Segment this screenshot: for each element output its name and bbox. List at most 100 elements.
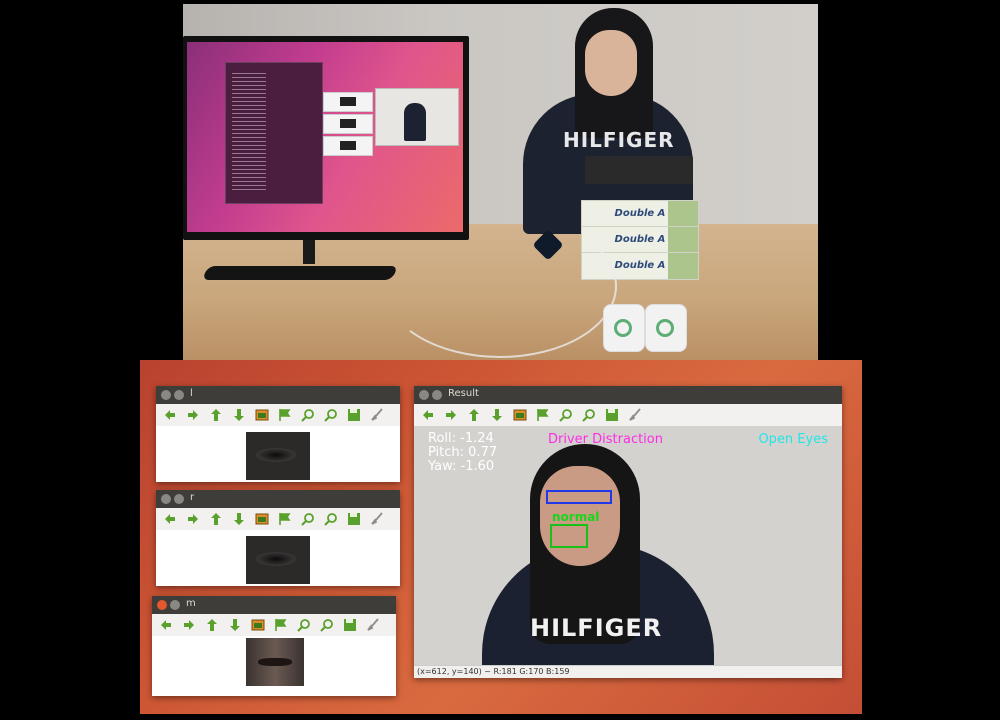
zoom-out-icon[interactable] (581, 407, 597, 423)
titlebar: m (152, 596, 396, 614)
minimize-button[interactable] (432, 390, 442, 400)
monitor (183, 36, 469, 240)
zoom-in-icon[interactable] (300, 511, 316, 527)
image-icon[interactable] (254, 511, 270, 527)
status-bar: (x=612, y=140) ~ R:181 G:170 B:159 (414, 665, 842, 678)
window-result: Result HILFIGER Roll: -1.24 Pitch: 0.77 … (414, 386, 842, 678)
brush-icon[interactable] (369, 511, 385, 527)
left-arrow-icon[interactable] (420, 407, 436, 423)
mouth-status-label: normal (552, 510, 600, 524)
right-eye-image (246, 536, 310, 584)
monitor-mini-window (323, 92, 373, 112)
monitor-result-window (375, 88, 459, 146)
brush-icon[interactable] (369, 407, 385, 423)
zoom-in-icon[interactable] (300, 407, 316, 423)
flag-icon[interactable] (535, 407, 551, 423)
zoom-out-icon[interactable] (319, 617, 335, 633)
close-button[interactable] (161, 494, 171, 504)
speaker (645, 304, 687, 352)
flag-icon[interactable] (277, 407, 293, 423)
flag-icon[interactable] (277, 511, 293, 527)
down-arrow-icon[interactable] (231, 407, 247, 423)
paper-ream: Double A (581, 200, 699, 228)
dev-board (585, 156, 693, 184)
save-icon[interactable] (346, 511, 362, 527)
up-arrow-icon[interactable] (208, 511, 224, 527)
save-icon[interactable] (604, 407, 620, 423)
down-arrow-icon[interactable] (227, 617, 243, 633)
left-eye-image (246, 432, 310, 480)
head-pose-readout: Roll: -1.24 Pitch: 0.77 Yaw: -1.60 (428, 432, 497, 474)
image-area (152, 636, 396, 696)
brush-icon[interactable] (627, 407, 643, 423)
titlebar: l (156, 386, 400, 404)
titlebar: Result (414, 386, 842, 404)
image-icon[interactable] (254, 407, 270, 423)
toolbar (156, 404, 400, 427)
mouth-detection-box (550, 524, 588, 548)
person-face (585, 30, 637, 96)
mouth-image (246, 638, 304, 686)
zoom-out-icon[interactable] (323, 407, 339, 423)
toolbar (414, 404, 842, 427)
flag-icon[interactable] (273, 617, 289, 633)
down-arrow-icon[interactable] (231, 511, 247, 527)
window-l: l (156, 386, 400, 482)
up-arrow-icon[interactable] (204, 617, 220, 633)
close-button[interactable] (161, 390, 171, 400)
left-arrow-icon[interactable] (162, 511, 178, 527)
zoom-in-icon[interactable] (558, 407, 574, 423)
toolbar (156, 508, 400, 531)
left-arrow-icon[interactable] (158, 617, 174, 633)
cable (383, 214, 617, 358)
hoodie-text: HILFIGER (530, 614, 663, 642)
save-icon[interactable] (346, 407, 362, 423)
result-image: HILFIGER Roll: -1.24 Pitch: 0.77 Yaw: -1… (414, 426, 842, 666)
minimize-button[interactable] (174, 390, 184, 400)
window-title: r (190, 492, 195, 503)
monitor-base (201, 266, 399, 280)
right-arrow-icon[interactable] (185, 511, 201, 527)
up-arrow-icon[interactable] (208, 407, 224, 423)
speaker (603, 304, 645, 352)
image-icon[interactable] (512, 407, 528, 423)
down-arrow-icon[interactable] (489, 407, 505, 423)
save-icon[interactable] (342, 617, 358, 633)
yaw-value: Yaw: -1.60 (428, 459, 495, 474)
window-r: r (156, 490, 400, 586)
image-area (156, 530, 400, 586)
right-arrow-icon[interactable] (181, 617, 197, 633)
right-arrow-icon[interactable] (185, 407, 201, 423)
hoodie-text: HILFIGER (563, 128, 675, 152)
window-title: l (190, 388, 193, 399)
monitor-mini-window (323, 136, 373, 156)
zoom-out-icon[interactable] (323, 511, 339, 527)
desktop: l r m Result HILFIGER Roll: -1.24 Pitch:… (140, 360, 862, 714)
monitor-screen (187, 42, 463, 232)
roll-value: Roll: -1.24 (428, 431, 494, 446)
monitor-mini-window (323, 114, 373, 134)
eye-status-label: Open Eyes (758, 432, 828, 447)
toolbar (152, 614, 396, 637)
close-button[interactable] (419, 390, 429, 400)
minimize-button[interactable] (174, 494, 184, 504)
close-button[interactable] (157, 600, 167, 610)
image-area (156, 426, 400, 482)
monitor-stand (303, 240, 315, 264)
pitch-value: Pitch: 0.77 (428, 445, 498, 460)
right-arrow-icon[interactable] (443, 407, 459, 423)
up-arrow-icon[interactable] (466, 407, 482, 423)
brush-icon[interactable] (365, 617, 381, 633)
monitor-terminal-window (225, 62, 323, 204)
window-title: m (186, 598, 196, 609)
minimize-button[interactable] (170, 600, 180, 610)
image-icon[interactable] (250, 617, 266, 633)
window-title: Result (448, 388, 479, 399)
titlebar: r (156, 490, 400, 508)
lab-photo: HILFIGER Double A Double A Double A (183, 4, 818, 360)
window-m: m (152, 596, 396, 696)
zoom-in-icon[interactable] (296, 617, 312, 633)
left-arrow-icon[interactable] (162, 407, 178, 423)
eye-detection-box (546, 490, 612, 504)
driver-status-label: Driver Distraction (548, 432, 663, 447)
